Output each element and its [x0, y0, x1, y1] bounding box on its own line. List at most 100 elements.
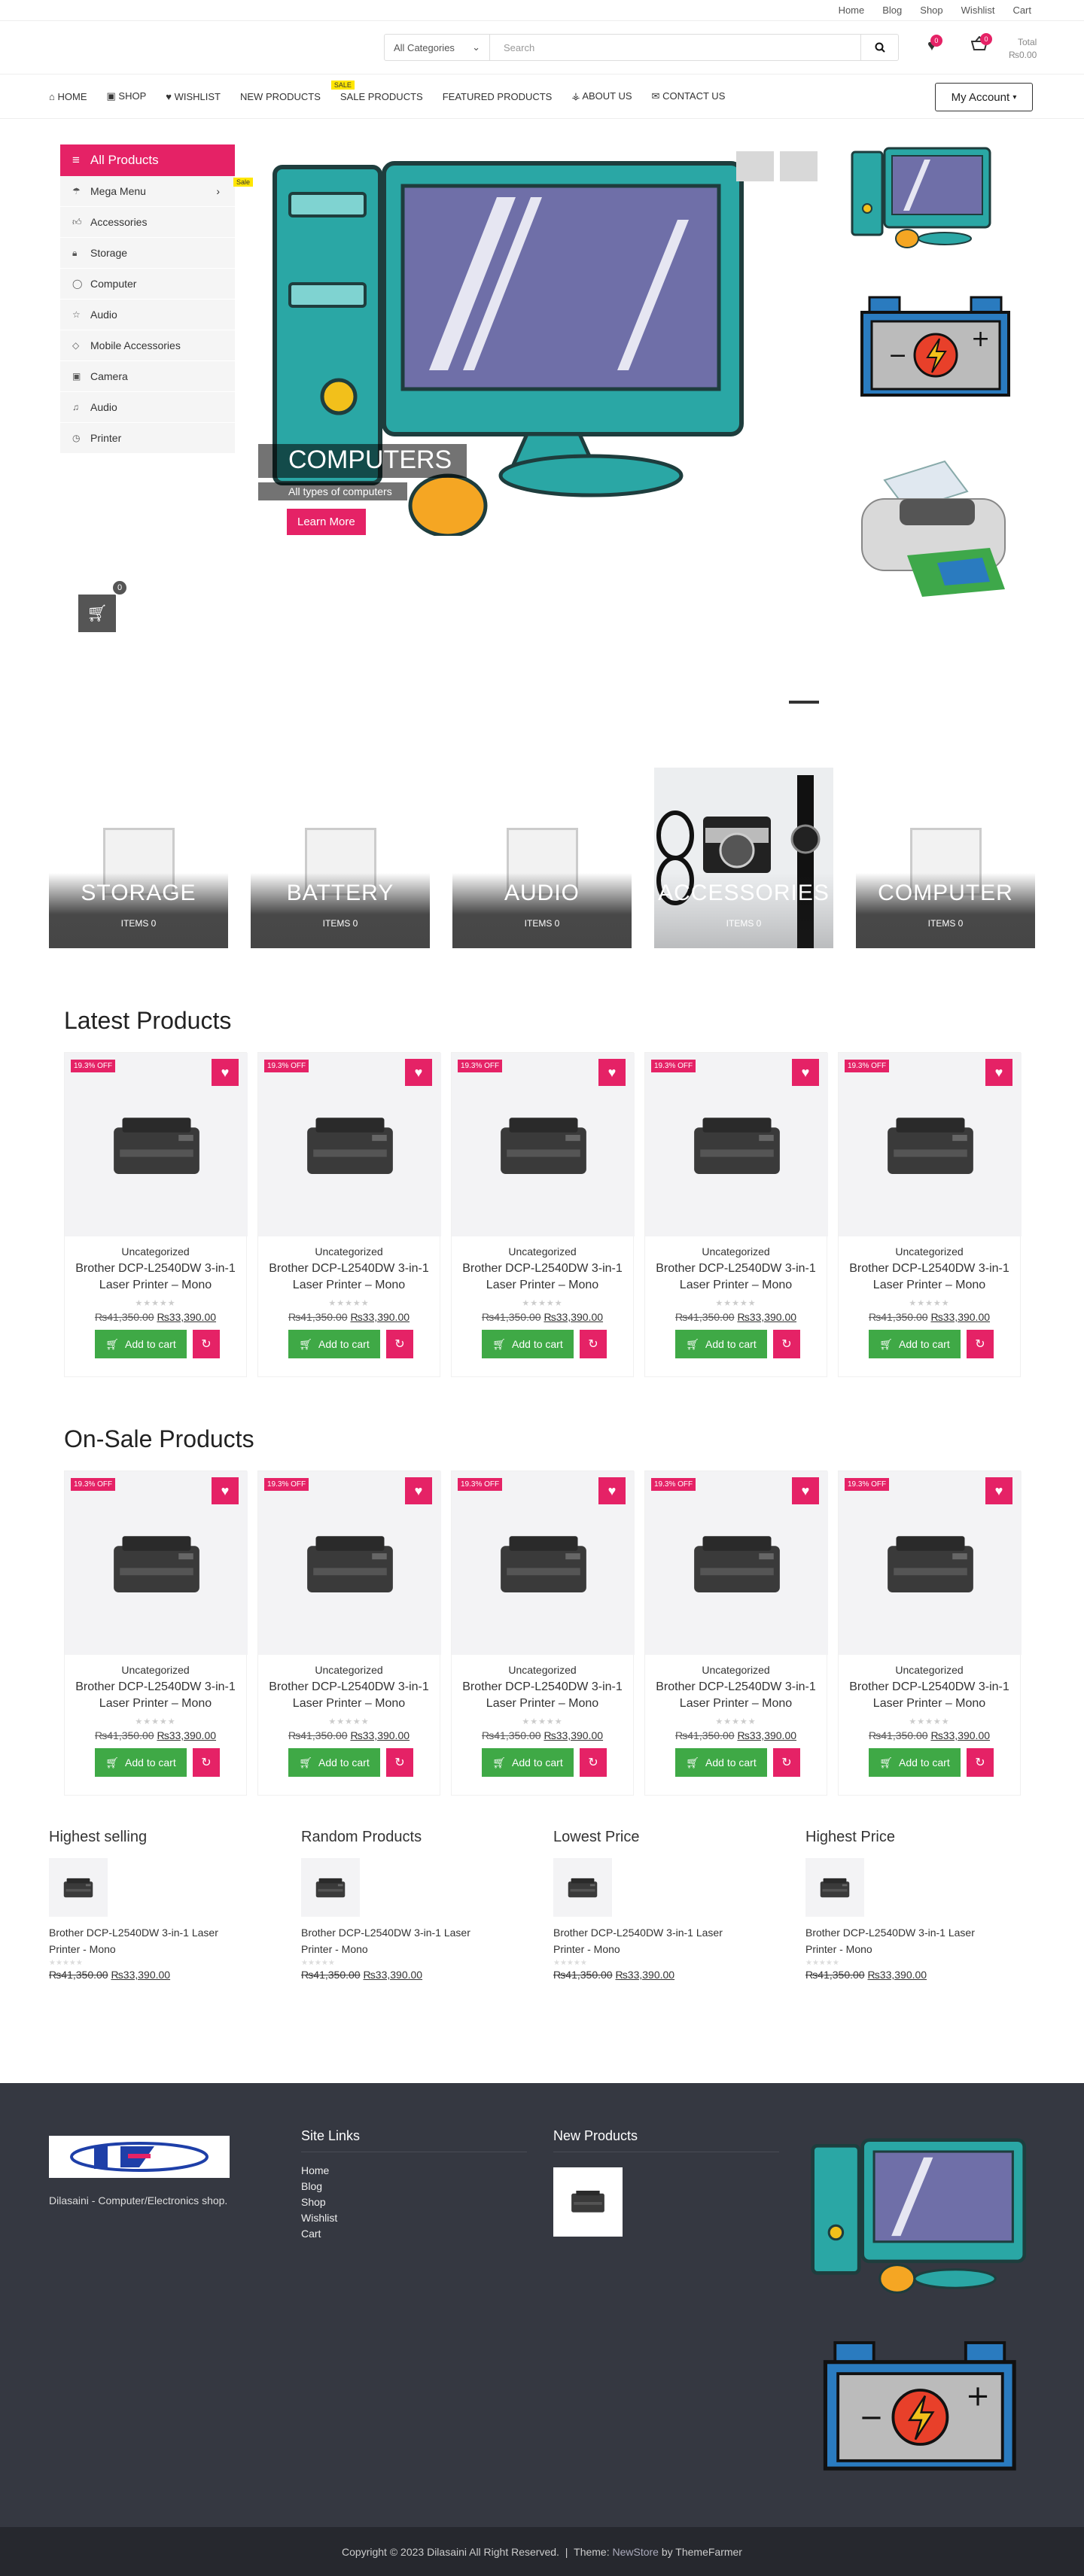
cart-button[interactable]: 0 [970, 33, 992, 56]
product-name[interactable]: Brother DCP-L2540DW 3-in-1 Laser Printer … [452, 1261, 633, 1294]
product-category[interactable]: Uncategorized [452, 1245, 633, 1258]
floating-cart-button[interactable]: 🛒︎ 0 [78, 579, 128, 632]
widget-product-thumb[interactable] [805, 1858, 864, 1917]
add-to-cart-button[interactable]: 🛒︎ Add to cart [869, 1748, 961, 1777]
sidebar-item-accessories[interactable]: 👍︎ Accessories [60, 207, 235, 238]
product-image[interactable]: 19.3% OFF ♥ [645, 1471, 828, 1655]
product-image[interactable]: 19.3% OFF ♥ [65, 1053, 248, 1236]
nav-home[interactable]: ⌂ HOME [49, 91, 87, 102]
top-link-shop[interactable]: Shop [920, 5, 942, 16]
compare-button[interactable]: ↻ [193, 1748, 220, 1777]
compare-button[interactable]: ↻ [193, 1330, 220, 1358]
product-name[interactable]: Brother DCP-L2540DW 3-in-1 Laser Printer … [645, 1261, 827, 1294]
add-to-cart-button[interactable]: 🛒︎ Add to cart [482, 1748, 574, 1777]
widget-product-thumb[interactable] [49, 1858, 108, 1917]
product-category[interactable]: Uncategorized [65, 1245, 246, 1258]
sidebar-item-mega-menu[interactable]: ☂ Mega Menu › Sale [60, 176, 253, 207]
my-account-dropdown[interactable]: My Account ▾ [935, 83, 1033, 111]
banner-battery-image[interactable]: − + [858, 290, 1016, 410]
nav-new-products[interactable]: NEW PRODUCTS [240, 91, 321, 102]
footer-link-blog[interactable]: Blog [301, 2179, 527, 2194]
wishlist-heart-button[interactable]: ♥ [212, 1059, 239, 1086]
footer-link-wishlist[interactable]: Wishlist [301, 2210, 527, 2226]
product-category[interactable]: Uncategorized [839, 1245, 1020, 1258]
add-to-cart-button[interactable]: 🛒︎ Add to cart [95, 1748, 187, 1777]
compare-button[interactable]: ↻ [386, 1748, 413, 1777]
banner-printer-image[interactable] [854, 458, 1012, 601]
nav-about-us[interactable]: ⚶ ABOUT US [571, 90, 632, 102]
product-name[interactable]: Brother DCP-L2540DW 3-in-1 Laser Printer … [645, 1679, 827, 1712]
add-to-cart-button[interactable]: 🛒︎ Add to cart [288, 1330, 380, 1358]
product-card[interactable]: 19.3% OFF ♥ Uncategorized Brother DCP-L2… [451, 1470, 635, 1796]
widget-product-name[interactable]: Brother DCP-L2540DW 3-in-1 Laser Printer… [49, 1924, 230, 1957]
category-select[interactable]: All Categories ⌄ [385, 35, 490, 60]
product-card[interactable]: 19.3% OFF ♥ Uncategorized Brother DCP-L2… [838, 1470, 1022, 1796]
product-name[interactable]: Brother DCP-L2540DW 3-in-1 Laser Printer … [258, 1679, 440, 1712]
nav-sale-products[interactable]: SALE SALE PRODUCTS [330, 80, 423, 102]
compare-button[interactable]: ↻ [967, 1330, 994, 1358]
footer-link-cart[interactable]: Cart [301, 2226, 527, 2242]
top-link-cart[interactable]: Cart [1012, 5, 1031, 16]
footer-logo[interactable] [49, 2136, 230, 2178]
product-category[interactable]: Uncategorized [452, 1664, 633, 1676]
product-card[interactable]: 19.3% OFF ♥ Uncategorized Brother DCP-L2… [451, 1052, 635, 1377]
cart-total[interactable]: Total ₨0.00 [1009, 36, 1037, 62]
product-image[interactable]: 19.3% OFF ♥ [65, 1471, 248, 1655]
nav-wishlist[interactable]: ♥ WISHLIST [166, 91, 221, 102]
product-category[interactable]: Uncategorized [839, 1664, 1020, 1676]
nav-shop[interactable]: ▣ SHOP [106, 90, 146, 102]
sidebar-item-mobile-accessories[interactable]: ◇ Mobile Accessories [60, 330, 235, 361]
widget-product-name[interactable]: Brother DCP-L2540DW 3-in-1 Laser Printer… [805, 1924, 987, 1957]
wishlist-heart-button[interactable]: ♥ [985, 1477, 1012, 1504]
product-category[interactable]: Uncategorized [645, 1664, 827, 1676]
product-image[interactable]: 19.3% OFF ♥ [452, 1471, 635, 1655]
wishlist-heart-button[interactable]: ♥ [405, 1059, 432, 1086]
product-card[interactable]: 19.3% OFF ♥ Uncategorized Brother DCP-L2… [64, 1470, 248, 1796]
category-card-battery[interactable]: BATTERY ITEMS 0 [251, 768, 430, 948]
product-card[interactable]: 19.3% OFF ♥ Uncategorized Brother DCP-L2… [64, 1052, 248, 1377]
product-category[interactable]: Uncategorized [645, 1245, 827, 1258]
footer-product-thumb[interactable] [553, 2167, 623, 2237]
product-name[interactable]: Brother DCP-L2540DW 3-in-1 Laser Printer … [258, 1261, 440, 1294]
add-to-cart-button[interactable]: 🛒︎ Add to cart [95, 1330, 187, 1358]
product-image[interactable]: 19.3% OFF ♥ [258, 1471, 441, 1655]
slider-prev-button[interactable] [736, 151, 774, 181]
wishlist-heart-button[interactable]: ♥ [792, 1059, 819, 1086]
wishlist-heart-button[interactable]: ♥ [212, 1477, 239, 1504]
compare-button[interactable]: ↻ [773, 1330, 800, 1358]
product-card[interactable]: 19.3% OFF ♥ Uncategorized Brother DCP-L2… [838, 1052, 1022, 1377]
category-card-accessories[interactable]: ACCESSORIES ITEMS 0 [654, 768, 833, 948]
compare-button[interactable]: ↻ [386, 1330, 413, 1358]
compare-button[interactable]: ↻ [580, 1330, 607, 1358]
wishlist-heart-button[interactable]: ♥ [405, 1477, 432, 1504]
product-category[interactable]: Uncategorized [258, 1245, 440, 1258]
search-button[interactable] [860, 35, 898, 60]
add-to-cart-button[interactable]: 🛒︎ Add to cart [482, 1330, 574, 1358]
add-to-cart-button[interactable]: 🛒︎ Add to cart [675, 1330, 767, 1358]
add-to-cart-button[interactable]: 🛒︎ Add to cart [288, 1748, 380, 1777]
banner-computer-image[interactable] [851, 144, 994, 250]
footer-link-shop[interactable]: Shop [301, 2194, 527, 2210]
widget-product-name[interactable]: Brother DCP-L2540DW 3-in-1 Laser Printer… [301, 1924, 483, 1957]
sidebar-item-audio[interactable]: ☆ Audio [60, 300, 235, 330]
top-link-blog[interactable]: Blog [882, 5, 902, 16]
product-card[interactable]: 19.3% OFF ♥ Uncategorized Brother DCP-L2… [644, 1052, 828, 1377]
theme-link[interactable]: NewStore [613, 2546, 659, 2558]
search-input[interactable]: Search [490, 42, 860, 53]
compare-button[interactable]: ↻ [967, 1748, 994, 1777]
wishlist-heart-button[interactable]: ♥ [985, 1059, 1012, 1086]
category-card-computer[interactable]: COMPUTER ITEMS 0 [856, 768, 1035, 948]
category-card-audio[interactable]: AUDIO ITEMS 0 [452, 768, 632, 948]
product-card[interactable]: 19.3% OFF ♥ Uncategorized Brother DCP-L2… [644, 1470, 828, 1796]
product-card[interactable]: 19.3% OFF ♥ Uncategorized Brother DCP-L2… [257, 1470, 441, 1796]
product-image[interactable]: 19.3% OFF ♥ [258, 1053, 441, 1236]
sidebar-item-storage[interactable]: 🔒︎ Storage [60, 238, 235, 269]
product-image[interactable]: 19.3% OFF ♥ [839, 1053, 1022, 1236]
learn-more-button[interactable]: Learn More [287, 509, 366, 535]
widget-product-thumb[interactable] [553, 1858, 612, 1917]
category-card-storage[interactable]: STORAGE ITEMS 0 [49, 768, 228, 948]
product-name[interactable]: Brother DCP-L2540DW 3-in-1 Laser Printer … [65, 1261, 246, 1294]
product-image[interactable]: 19.3% OFF ♥ [452, 1053, 635, 1236]
add-to-cart-button[interactable]: 🛒︎ Add to cart [869, 1330, 961, 1358]
product-image[interactable]: 19.3% OFF ♥ [839, 1471, 1022, 1655]
